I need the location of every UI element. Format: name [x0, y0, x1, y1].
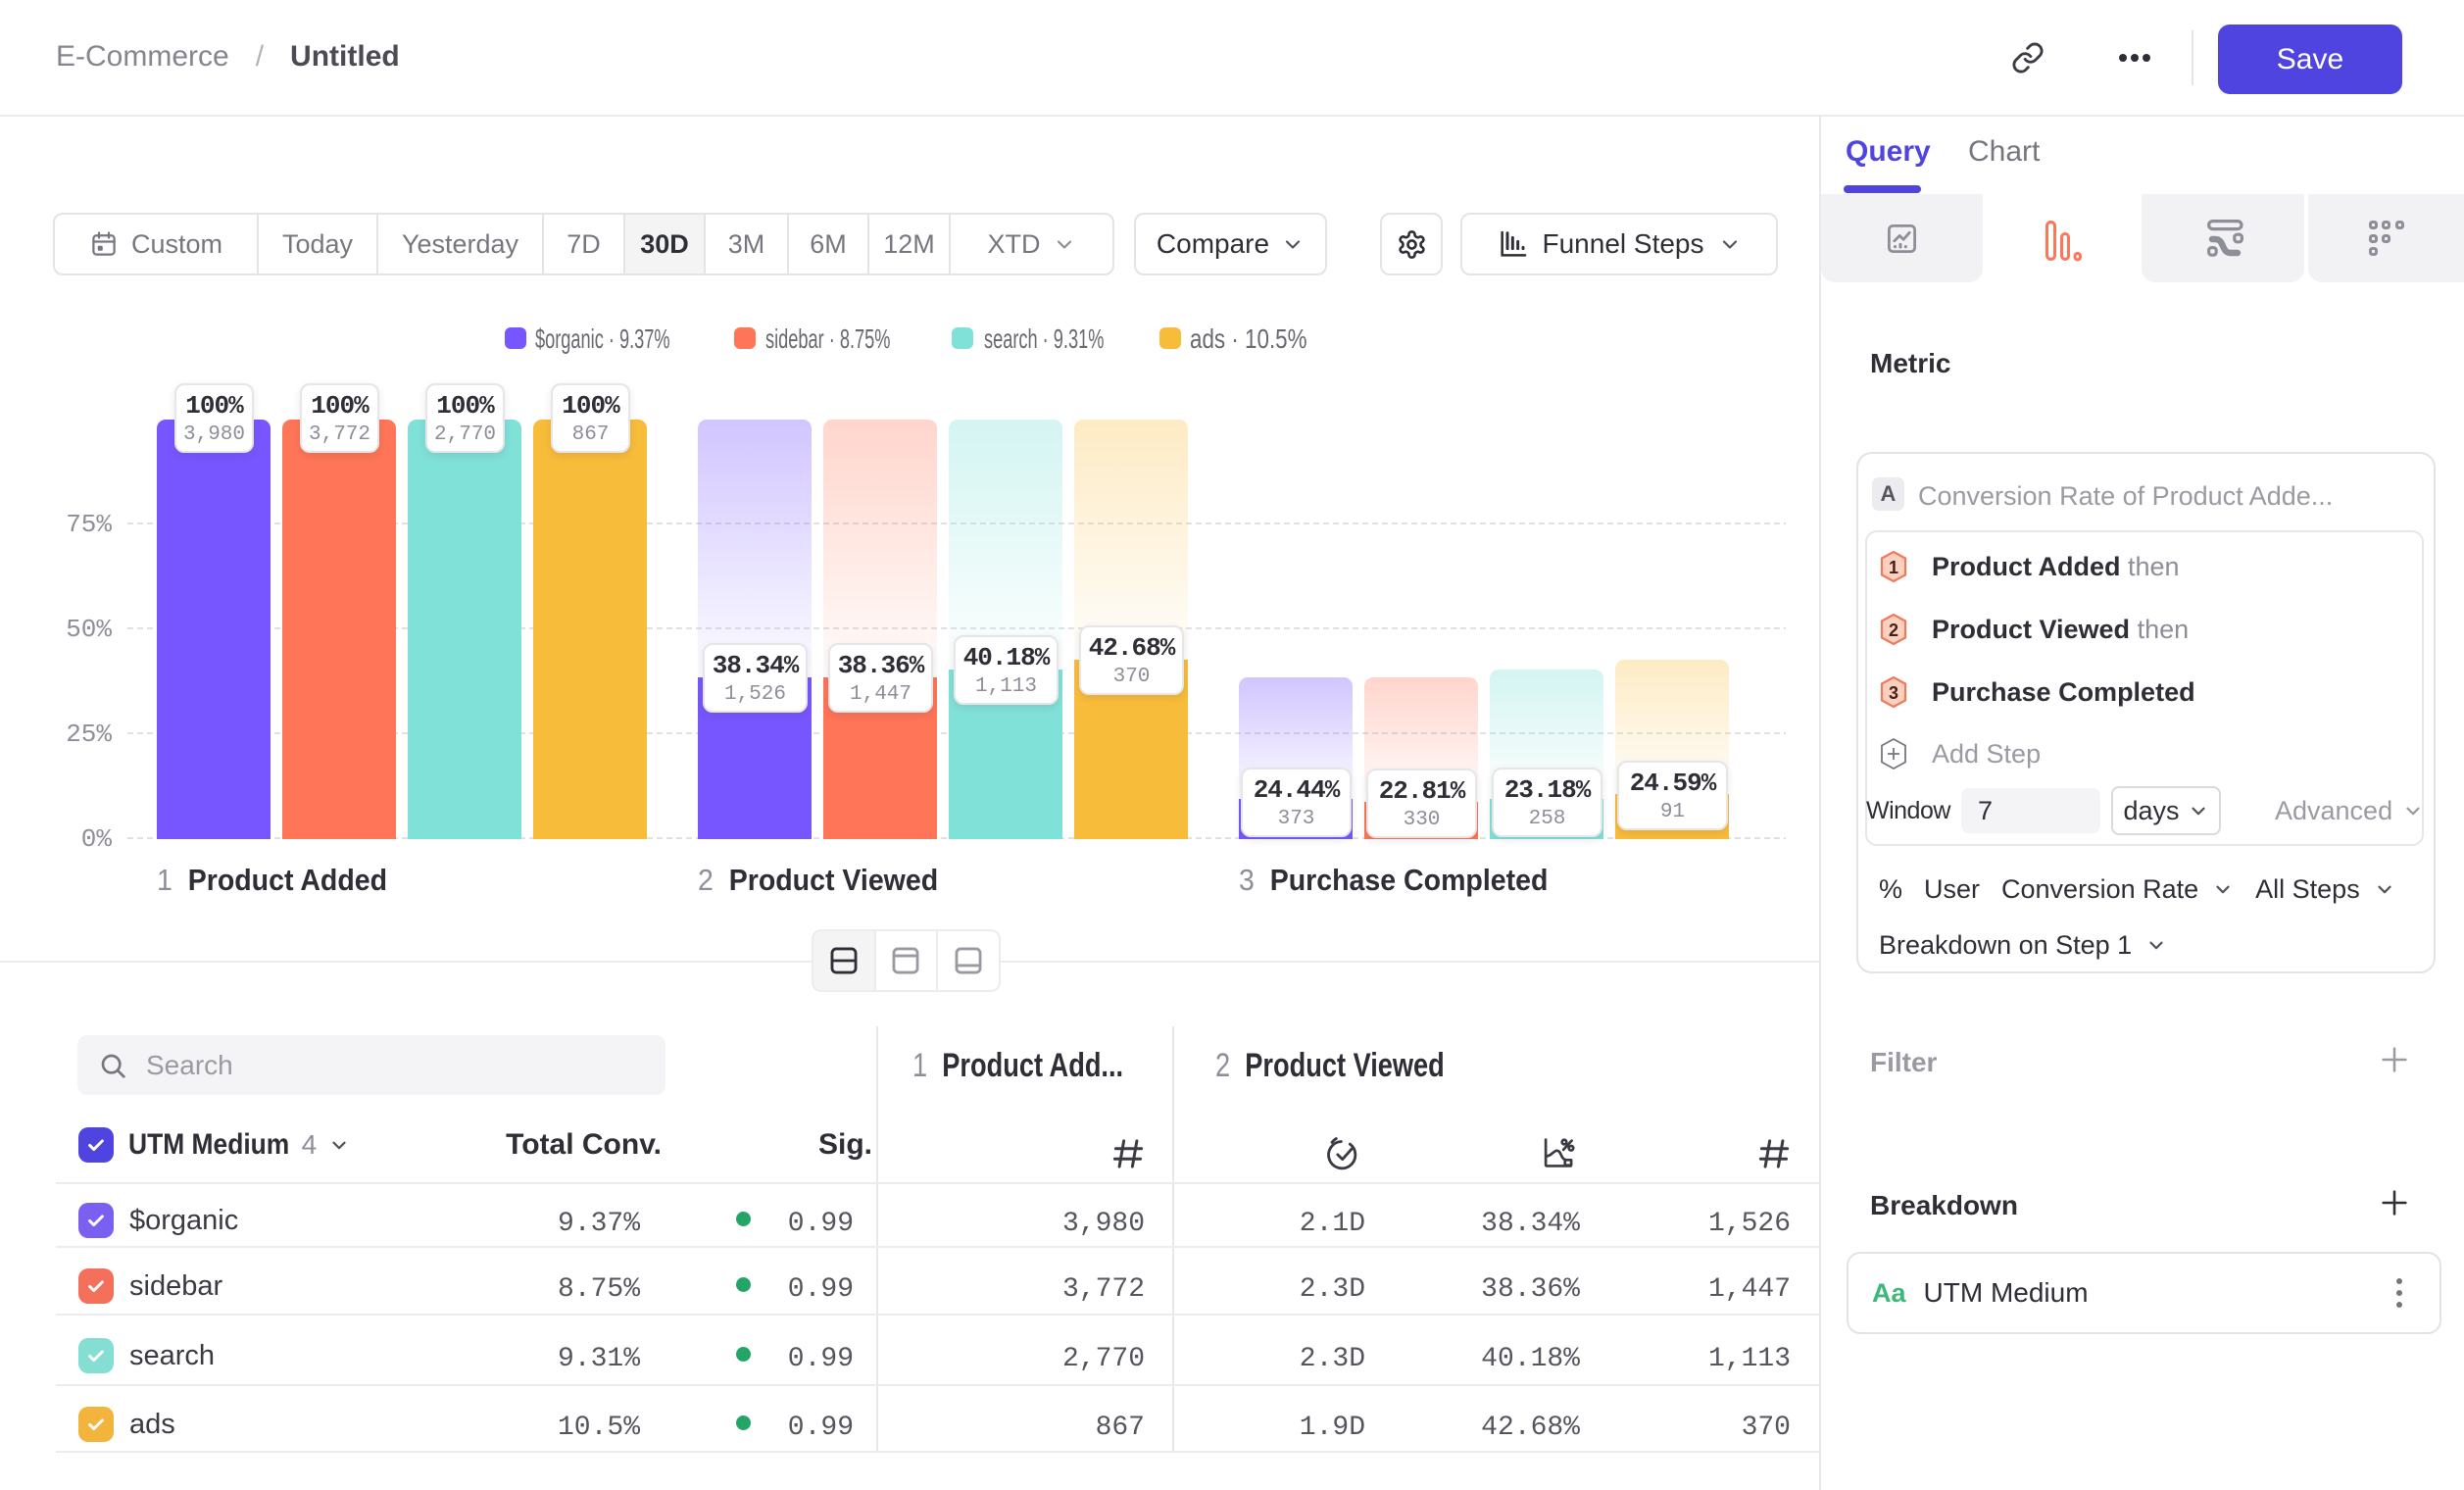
svg-text:1: 1	[1889, 558, 1898, 577]
svg-text:2: 2	[1889, 621, 1898, 640]
svg-text:3: 3	[1889, 683, 1898, 703]
